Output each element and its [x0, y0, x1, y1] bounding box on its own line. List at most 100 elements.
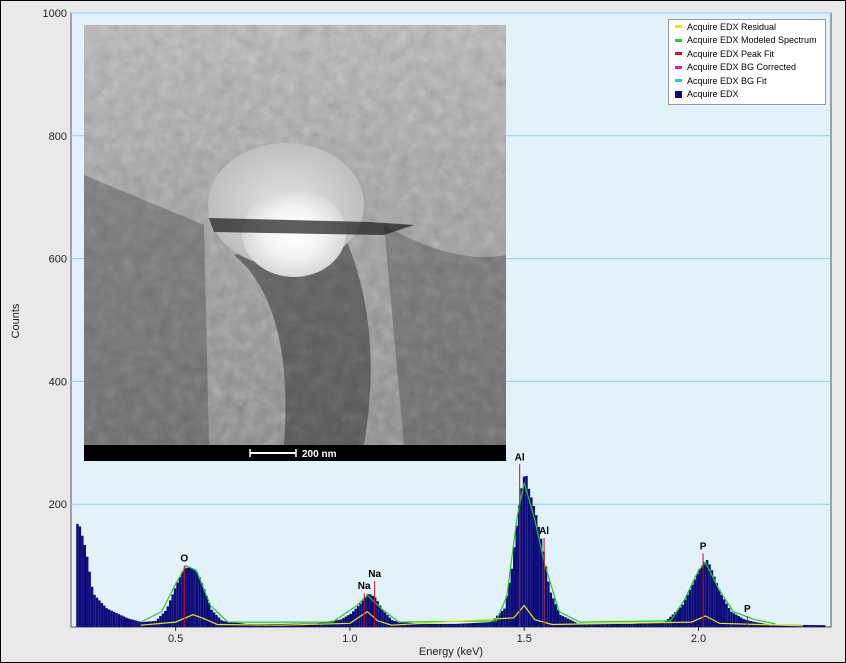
spectrum-bar [76, 523, 79, 627]
spectrum-bar [195, 572, 199, 627]
legend-swatch [675, 65, 682, 69]
spectrum-bar [720, 595, 723, 627]
spectrum-bar [200, 583, 204, 627]
spectrum-bar [193, 570, 196, 627]
spectrum-bar [452, 623, 455, 627]
peak-label: P [744, 604, 751, 615]
spectrum-bar [381, 609, 384, 627]
spectrum-bar [383, 612, 387, 627]
peak-label: Na [358, 581, 371, 592]
spectrum-bar [107, 609, 111, 627]
spectrum-bar [515, 525, 518, 627]
spectrum-bar [366, 594, 370, 627]
spectrum-bar [117, 614, 121, 627]
spectrum-bar [220, 620, 223, 627]
legend-entry: Acquire EDX Modeled Spectrum [669, 34, 825, 48]
chart-frame: 200 400 600 800 1000 0.5 1.0 1.5 2.0 O Na Na Al Al P… [0, 0, 846, 663]
spectrum-bar [525, 475, 528, 627]
spectrum-bar [683, 599, 687, 627]
spectrum-bar [342, 617, 345, 627]
spectrum-bar [432, 623, 435, 627]
y-tick-label: 1000 [43, 8, 67, 20]
spectrum-bar [125, 617, 128, 627]
x-tick-label: 1.0 [342, 633, 357, 645]
legend-label: Acquire EDX BG Corrected [687, 62, 797, 73]
spectrum-bar [732, 613, 736, 627]
peak-label: P [700, 541, 707, 552]
spectrum-bar [681, 604, 684, 627]
spectrum-bar [103, 605, 106, 627]
spectrum-bar [212, 612, 216, 627]
spectrum-bar [483, 622, 487, 627]
spectrum-bar [105, 608, 108, 627]
spectrum-bar [156, 618, 160, 627]
spectrum-bar [566, 618, 570, 627]
spectrum-bar [347, 615, 350, 627]
spectrum-bar [642, 623, 645, 627]
spectrum-bar [561, 616, 565, 627]
legend-entry: Acquire EDX BG Fit [669, 74, 825, 88]
spectrum-bar [464, 623, 467, 627]
legend-label: Acquire EDX Modeled Spectrum [687, 35, 817, 46]
spectrum-bar [139, 621, 143, 627]
spectrum-bar [544, 566, 548, 627]
spectrum-bar [391, 620, 394, 627]
spectrum-bar [554, 604, 557, 627]
spectrum-bar [610, 623, 614, 627]
spectrum-bar [740, 617, 743, 627]
spectrum-bar [115, 613, 118, 627]
tem-micrograph-inset: 200 nm [84, 25, 506, 461]
spectrum-bar [552, 598, 555, 627]
spectrum-bar [442, 623, 445, 627]
y-tick-label: 400 [49, 376, 67, 388]
spectrum-bar [351, 611, 355, 627]
spectrum-bar [78, 526, 82, 627]
spectrum-bar [564, 617, 567, 627]
spectrum-bar [134, 620, 138, 627]
spectrum-bar [469, 623, 472, 627]
y-tick-label: 800 [49, 131, 67, 143]
spectrum-bar [630, 623, 633, 627]
spectrum-bar [522, 476, 526, 627]
spectrum-bar [439, 623, 443, 627]
spectrum-bar [210, 609, 213, 627]
spectrum-bar [386, 614, 389, 627]
spectrum-bar [715, 583, 719, 627]
legend-swatch [675, 79, 682, 83]
spectrum-bar [112, 611, 116, 627]
peak-label: Al [539, 526, 549, 537]
spectrum-bar [354, 608, 357, 627]
spectrum-bar [120, 615, 123, 627]
spectrum-bar [203, 589, 206, 627]
spectrum-bar [81, 535, 84, 627]
spectrum-bar [803, 624, 806, 627]
spectrum-bar [110, 610, 113, 627]
spectrum-bar [822, 625, 826, 627]
spectrum-bar [639, 623, 643, 627]
spectrum-bar [164, 610, 167, 627]
spectrum-bar [620, 623, 623, 627]
peak-label: Na [368, 569, 381, 580]
spectrum-bar [422, 623, 426, 627]
spectrum-bar [90, 586, 94, 627]
spectrum-bar [215, 614, 218, 627]
spectrum-bar [810, 625, 814, 627]
legend-entry: Acquire EDX BG Corrected [669, 61, 825, 75]
spectrum-bar [466, 623, 470, 627]
spectrum-bar [527, 488, 531, 627]
spectrum-bar [317, 622, 321, 627]
spectrum-bar [344, 616, 348, 627]
spectrum-bar [161, 613, 165, 627]
spectrum-bar [815, 625, 819, 627]
spectrum-bar [647, 622, 650, 627]
spectrum-bar [735, 614, 738, 627]
y-tick-label: 200 [49, 499, 67, 511]
spectrum-bar [691, 584, 694, 627]
spectrum-bar [818, 625, 821, 627]
spectrum-bar [127, 618, 130, 627]
spectrum-bar [393, 621, 396, 627]
spectrum-bar [813, 625, 816, 627]
spectrum-bar [627, 623, 631, 627]
spectrum-bar [486, 622, 489, 627]
legend-label: Acquire EDX Peak Fit [687, 48, 775, 59]
